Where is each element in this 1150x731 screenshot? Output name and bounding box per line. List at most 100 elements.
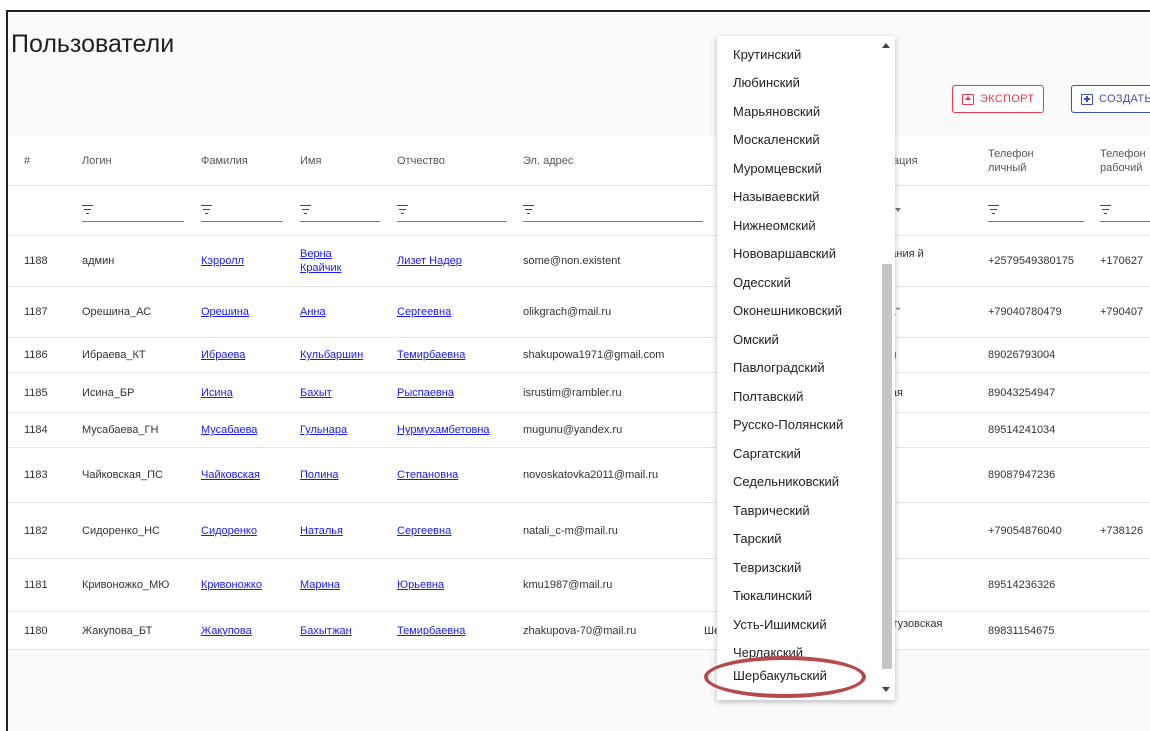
header-login[interactable]: Логин bbox=[82, 136, 112, 185]
filter-email[interactable] bbox=[523, 198, 703, 222]
create-button[interactable]: СОЗДАТЬ bbox=[1071, 85, 1150, 113]
dropdown-option[interactable]: Любинский bbox=[733, 75, 800, 90]
cell-surname[interactable]: Мусабаева bbox=[201, 413, 257, 447]
dropdown-option[interactable]: Омский bbox=[733, 332, 779, 347]
dropdown-option[interactable]: Нововаршавский bbox=[733, 246, 836, 261]
table-row[interactable]: 1181 Кривоножко_МЮ Кривоножко Марина Юрьевна… bbox=[8, 559, 1150, 612]
cell-name[interactable]: Полина bbox=[300, 448, 360, 502]
filter-phone-work[interactable] bbox=[1100, 198, 1150, 222]
filter-org-select[interactable]: ⁞ bbox=[888, 198, 968, 222]
cell-surname[interactable]: Жакупова bbox=[201, 612, 252, 649]
cell-email: some@non.existent bbox=[523, 255, 621, 267]
cell-patronymic[interactable]: Лизет Надер bbox=[397, 236, 462, 286]
dropdown-option[interactable]: Крутинский bbox=[733, 47, 801, 62]
cell-name[interactable]: Марина bbox=[300, 559, 360, 611]
upload-icon bbox=[962, 93, 974, 105]
district-dropdown[interactable]: Крутинский Любинский Марьяновский Москаленс… bbox=[717, 36, 895, 700]
dropdown-option[interactable]: Марьяновский bbox=[733, 104, 820, 119]
cell-surname[interactable]: Кэрролл bbox=[201, 236, 244, 286]
dropdown-option[interactable]: Тюкалинский bbox=[733, 588, 812, 603]
cell-name[interactable]: Бахытжан bbox=[300, 612, 360, 649]
dropdown-option[interactable]: Нижнеомский bbox=[733, 218, 816, 233]
cell-name[interactable]: Наталья bbox=[300, 503, 360, 558]
cell-name[interactable]: Верна Крайчик bbox=[300, 236, 360, 286]
cell-login: Ибраева_КТ bbox=[82, 349, 146, 361]
table-body: 1188 админ Кэрролл Верна Крайчик Лизет Надер… bbox=[8, 236, 1150, 650]
header-surname[interactable]: Фамилия bbox=[201, 136, 248, 185]
table-row[interactable]: 1185 Исина_БР Исина Бахыт Рыспаевна isrustim@… bbox=[8, 373, 1150, 413]
cell-patronymic[interactable]: Нурмухамбетовна bbox=[397, 413, 490, 447]
cell-patronymic[interactable]: Сергеевна bbox=[397, 503, 451, 558]
dropdown-scrollbar[interactable] bbox=[878, 36, 895, 700]
dropdown-option[interactable]: Тарский bbox=[733, 531, 782, 546]
cell-login: Сидоренко_НС bbox=[82, 524, 160, 537]
header-phone-work[interactable]: Телефон рабочий bbox=[1100, 136, 1150, 185]
dropdown-option[interactable]: Москаленский bbox=[733, 132, 820, 147]
filter-patronymic[interactable] bbox=[397, 198, 507, 222]
cell-login: Жакупова_БТ bbox=[82, 624, 153, 637]
table-row[interactable]: 1188 админ Кэрролл Верна Крайчик Лизет Надер… bbox=[8, 236, 1150, 287]
filter-login[interactable] bbox=[82, 198, 184, 222]
filter-icon bbox=[1100, 205, 1111, 215]
scroll-down-icon[interactable] bbox=[882, 687, 890, 692]
scrollbar-thumb[interactable] bbox=[882, 264, 892, 669]
scroll-up-icon[interactable] bbox=[882, 43, 890, 48]
cell-patronymic[interactable]: Темирбаевна bbox=[397, 338, 465, 372]
export-button[interactable]: ЭКСПОРТ bbox=[952, 85, 1045, 113]
cell-phone: 89043254947 bbox=[988, 386, 1056, 399]
table-row[interactable]: 1187 Орешина_АС Орешина Анна Сергеевна olikgr… bbox=[8, 287, 1150, 338]
cell-surname[interactable]: Ибраева bbox=[201, 338, 245, 372]
filter-name[interactable] bbox=[300, 198, 380, 222]
cell-email: kmu1987@mail.ru bbox=[523, 579, 613, 591]
table-row[interactable]: 1186 Ибраева_КТ Ибраева Кульбаршин Темирбаев… bbox=[8, 338, 1150, 373]
cell-phone: 89514236326 bbox=[988, 579, 1056, 591]
cell-name[interactable]: Бахыт bbox=[300, 373, 360, 412]
filter-phone-personal[interactable] bbox=[988, 198, 1084, 222]
dropdown-option[interactable]: Усть-Ишимский bbox=[733, 617, 827, 632]
cell-num: 1188 bbox=[24, 255, 48, 267]
dropdown-option[interactable]: Саргатский bbox=[733, 446, 801, 461]
dropdown-option[interactable]: Одесский bbox=[733, 275, 791, 290]
cell-num: 1187 bbox=[24, 306, 48, 318]
cell-phone: +79040780479 bbox=[988, 306, 1062, 318]
dropdown-option[interactable]: Муромцевский bbox=[733, 161, 822, 176]
dropdown-option[interactable]: Седельниковский bbox=[733, 474, 839, 489]
header-name[interactable]: Имя bbox=[300, 136, 321, 185]
cell-surname[interactable]: Чайковская bbox=[201, 448, 260, 502]
dropdown-option[interactable]: Полтавский bbox=[733, 389, 803, 404]
filter-icon bbox=[201, 205, 212, 215]
filter-surname[interactable] bbox=[201, 198, 283, 222]
cell-patronymic[interactable]: Юрьевна bbox=[397, 559, 444, 611]
dropdown-option[interactable]: Павлоградский bbox=[733, 360, 825, 375]
cell-surname[interactable]: Сидоренко bbox=[201, 503, 257, 558]
cell-patronymic[interactable]: Темирбаевна bbox=[397, 612, 465, 649]
table-row[interactable]: 1180 Жакупова_БТ Жакупова Бахытжан Темирбаев… bbox=[8, 612, 1150, 650]
toolbar: ЭКСПОРТ СОЗДАТЬ bbox=[8, 85, 1150, 115]
dropdown-option[interactable]: Таврический bbox=[733, 503, 810, 518]
cell-email: mugunu@yandex.ru bbox=[523, 424, 623, 436]
cell-name[interactable]: Кульбаршин bbox=[300, 338, 363, 372]
cell-phone: +2579549380175 bbox=[988, 255, 1074, 267]
export-button-label: ЭКСПОРТ bbox=[980, 93, 1035, 105]
cell-name[interactable]: Гульнара bbox=[300, 413, 360, 447]
dropdown-option[interactable]: Русско-Полянский bbox=[733, 417, 843, 432]
header-num[interactable]: # bbox=[24, 136, 30, 185]
header-phone-personal[interactable]: Телефон личный bbox=[988, 136, 1058, 185]
cell-name[interactable]: Анна bbox=[300, 287, 360, 337]
header-email[interactable]: Эл. адрес bbox=[523, 136, 573, 185]
cell-patronymic[interactable]: Сергеевна bbox=[397, 287, 451, 337]
table-row[interactable]: 1182 Сидоренко_НС Сидоренко Наталья Сергеевн… bbox=[8, 503, 1150, 559]
header-patronymic[interactable]: Отчество bbox=[397, 136, 445, 185]
cell-surname[interactable]: Кривоножко bbox=[201, 559, 262, 611]
cell-surname[interactable]: Исина bbox=[201, 373, 233, 412]
dropdown-option[interactable]: Оконешниковский bbox=[733, 303, 842, 318]
cell-patronymic[interactable]: Рыспаевна bbox=[397, 373, 454, 412]
cell-surname[interactable]: Орешина bbox=[201, 287, 249, 337]
dropdown-option[interactable]: Тевризский bbox=[733, 560, 801, 575]
table-row[interactable]: 1183 Чайковская_ПС Чайковская Полина Степано… bbox=[8, 448, 1150, 503]
dropdown-option[interactable]: Называевский bbox=[733, 189, 819, 204]
cell-email: shakupowa1971@gmail.com bbox=[523, 349, 665, 361]
table-row[interactable]: 1184 Мусабаева_ГН Мусабаева Гульнара Нурмуха… bbox=[8, 413, 1150, 448]
cell-patronymic[interactable]: Степановна bbox=[397, 448, 458, 502]
cell-phone: 89026793004 bbox=[988, 349, 1056, 361]
